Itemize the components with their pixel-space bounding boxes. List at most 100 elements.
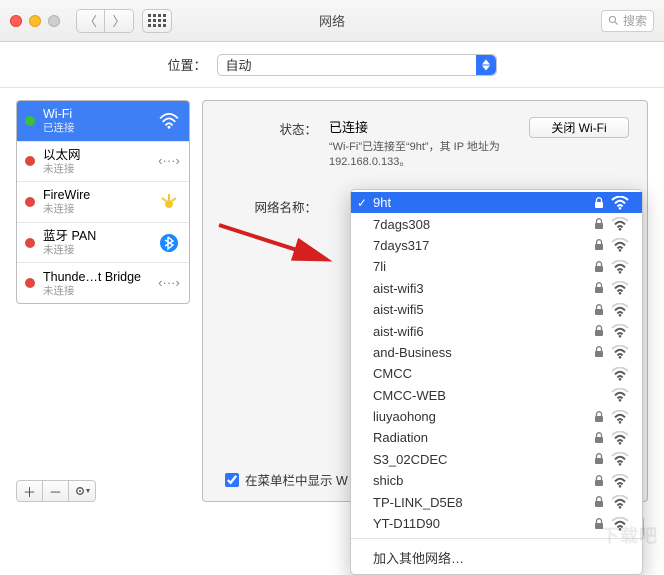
gear-icon	[75, 485, 91, 497]
select-arrows-icon	[476, 55, 496, 75]
lock-icon	[594, 218, 604, 230]
add-connection[interactable]: ＋	[17, 481, 43, 501]
network-name-label: 网络名称：	[225, 195, 317, 216]
status-description: “Wi-Fi”已连接至“9ht”，其 IP 地址为 192.168.0.133。	[329, 140, 517, 171]
network-name: CMCC	[373, 366, 592, 381]
connection-status: 未连接	[43, 244, 149, 257]
connection-text: 蓝牙 PAN 未连接	[43, 229, 149, 257]
svg-text:‹···›: ‹···›	[158, 275, 180, 290]
turn-off-wifi-button[interactable]: 关闭 Wi-Fi	[529, 117, 629, 138]
status-dot-icon	[25, 197, 35, 207]
connections-list[interactable]: Wi-Fi 已连接 以太网 未连接 ‹···› FireWire 未连接 蓝牙 …	[16, 100, 190, 304]
network-name: liuyaohong	[373, 409, 592, 424]
status-dot-icon	[25, 116, 35, 126]
status-value: 已连接	[329, 120, 368, 135]
lock-icon	[594, 496, 604, 508]
search-icon	[608, 15, 619, 26]
wifi-signal-icon	[611, 495, 629, 509]
lock-icon	[594, 197, 604, 209]
wifi-icon	[157, 110, 181, 132]
network-option[interactable]: aist-wifi3	[351, 278, 642, 299]
network-option[interactable]: liuyaohong	[351, 406, 642, 427]
search-field[interactable]: 搜索	[601, 10, 654, 32]
location-label: 位置：	[167, 55, 206, 74]
join-other-network[interactable]: 加入其他网络…	[351, 543, 642, 572]
show-in-menubar-checkbox[interactable]	[225, 473, 239, 487]
annotation-arrow	[215, 217, 335, 277]
network-name: S3_02CDEC	[373, 452, 592, 467]
network-name: aist-wifi5	[373, 302, 592, 317]
bluetooth-icon	[157, 232, 181, 254]
network-name: 9ht	[373, 195, 592, 210]
network-option[interactable]: CMCC-WEB	[351, 385, 642, 406]
zoom-window[interactable]	[48, 15, 60, 27]
network-option[interactable]: TP-LINK_D5E8	[351, 491, 642, 512]
separator	[351, 538, 642, 539]
wifi-signal-icon	[611, 260, 629, 274]
grid-icon	[148, 14, 166, 27]
lock-icon	[594, 261, 604, 273]
connection-text: 以太网 未连接	[43, 148, 149, 176]
connection-status: 已连接	[43, 122, 149, 135]
network-option[interactable]: Radiation	[351, 427, 642, 448]
network-name: shicb	[373, 473, 592, 488]
remove-connection[interactable]: －	[43, 481, 69, 501]
wifi-signal-icon	[611, 345, 629, 359]
connection-text: Wi-Fi 已连接	[43, 107, 149, 135]
connection-item[interactable]: 以太网 未连接 ‹···›	[17, 142, 189, 183]
network-name: TP-LINK_D5E8	[373, 495, 592, 510]
traffic-lights	[10, 15, 60, 27]
connection-name: Wi-Fi	[43, 107, 149, 122]
connection-status: 未连接	[43, 163, 149, 176]
status-dot-icon	[25, 238, 35, 248]
connection-status: 未连接	[43, 203, 149, 216]
location-value: 自动	[226, 55, 252, 74]
network-option[interactable]: CMCC	[351, 363, 642, 384]
connection-name: FireWire	[43, 188, 149, 203]
network-name: 7li	[373, 259, 592, 274]
connection-item[interactable]: FireWire 未连接	[17, 182, 189, 223]
watermark: 下载吧	[601, 522, 658, 548]
network-option[interactable]: 7li	[351, 256, 642, 277]
location-select[interactable]: 自动	[217, 54, 497, 76]
wifi-signal-icon	[611, 281, 629, 295]
show-in-menubar-row: 在菜单栏中显示 W	[225, 470, 348, 489]
nav-back[interactable]: 〈	[77, 10, 105, 32]
nav-forward[interactable]: 〉	[105, 10, 133, 32]
network-dropdown[interactable]: 9ht 7dags308 7days317 7li aist-wifi3 ais…	[350, 189, 643, 575]
network-option[interactable]: shicb	[351, 470, 642, 491]
connection-actions[interactable]	[69, 481, 96, 501]
connection-item[interactable]: Thunde…t Bridge 未连接 ‹···›	[17, 263, 189, 303]
close-window[interactable]	[10, 15, 22, 27]
network-option[interactable]: 9ht	[351, 192, 642, 213]
network-option[interactable]: 7dags308	[351, 213, 642, 234]
connection-text: FireWire 未连接	[43, 188, 149, 216]
minimize-window[interactable]	[29, 15, 41, 27]
lock-icon	[594, 325, 604, 337]
connection-item[interactable]: Wi-Fi 已连接	[17, 101, 189, 142]
show-all-prefs[interactable]	[142, 9, 172, 33]
wifi-signal-icon	[611, 367, 629, 381]
wifi-signal-icon	[611, 452, 629, 466]
network-option[interactable]: aist-wifi6	[351, 320, 642, 341]
network-option[interactable]: 7days317	[351, 235, 642, 256]
lock-icon	[594, 282, 604, 294]
network-option[interactable]: and-Business	[351, 342, 642, 363]
lock-icon	[594, 453, 604, 465]
ethernet-icon: ‹···›	[157, 150, 181, 172]
network-option[interactable]: aist-wifi5	[351, 299, 642, 320]
wifi-signal-icon	[611, 196, 629, 210]
connection-item[interactable]: 蓝牙 PAN 未连接	[17, 223, 189, 264]
lock-icon	[594, 304, 604, 316]
wifi-signal-icon	[611, 303, 629, 317]
network-option[interactable]: YT-D11D90	[351, 513, 642, 534]
network-option[interactable]: S3_02CDEC	[351, 449, 642, 470]
wifi-signal-icon	[611, 388, 629, 402]
lock-icon	[594, 475, 604, 487]
status-dot-icon	[25, 278, 35, 288]
lock-icon	[594, 239, 604, 251]
lock-icon	[594, 411, 604, 423]
connection-name: 以太网	[43, 148, 149, 163]
connections-sidebar: Wi-Fi 已连接 以太网 未连接 ‹···› FireWire 未连接 蓝牙 …	[16, 100, 190, 502]
network-name: CMCC-WEB	[373, 388, 592, 403]
